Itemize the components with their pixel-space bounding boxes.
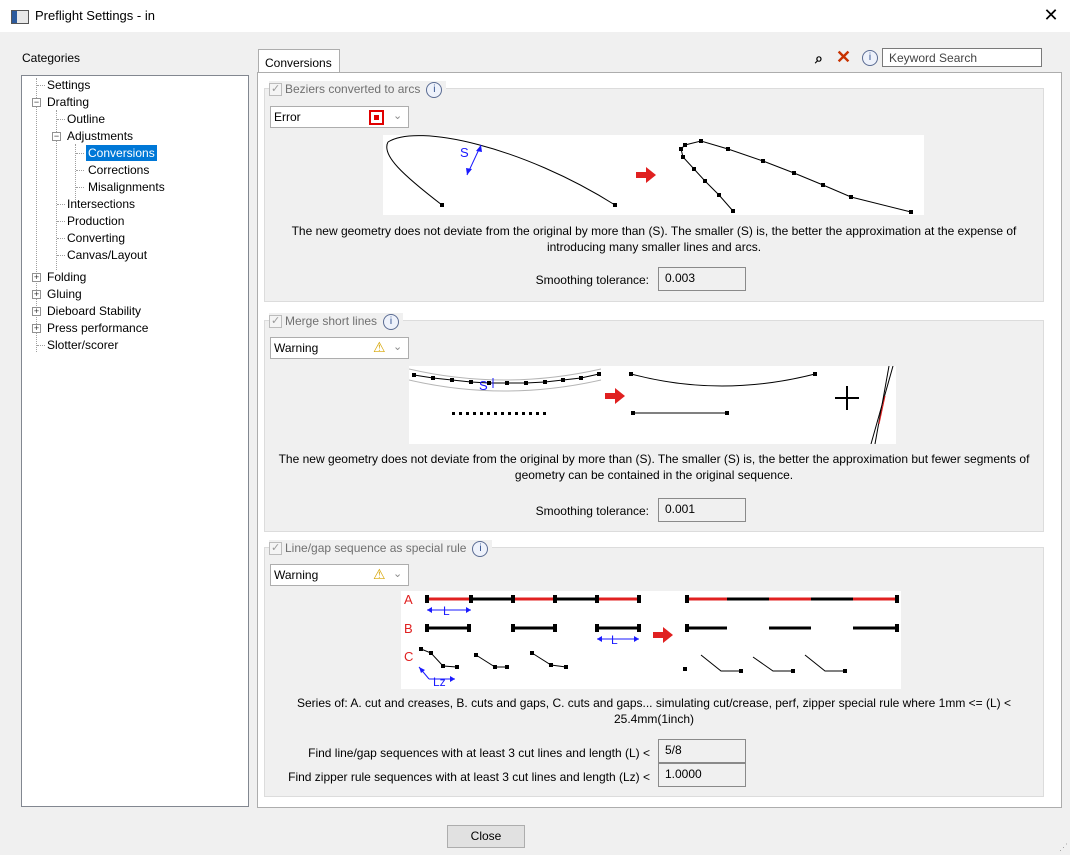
expand-icon[interactable]: + [32,273,41,282]
tree-connector [57,204,65,205]
beziers-severity-dropdown[interactable]: Error ⌄ [270,106,409,128]
tree-item-production[interactable]: Production [67,213,124,229]
tree-connector [57,119,65,120]
expand-icon[interactable]: + [32,324,41,333]
tab-label: Conversions [265,56,332,70]
tree-item-slotter-scorer[interactable]: Slotter/scorer [47,337,118,353]
chevron-down-icon: ⌄ [393,568,403,580]
tree-item-corrections[interactable]: Corrections [88,162,149,178]
line-gap-severity-dropdown[interactable]: Warning ⚠ ⌄ [270,564,409,586]
line-gap-length-label: Find line/gap sequences with at least 3 … [308,746,650,760]
expand-icon[interactable]: + [32,290,41,299]
smoothing-tolerance-label: Smoothing tolerance: [535,504,649,518]
tree-item-canvas-layout[interactable]: Canvas/Layout [67,247,147,263]
tab-conversions[interactable]: Conversions [258,49,340,74]
tree-connector [76,187,84,188]
smoothing-tolerance-label: Smoothing tolerance: [535,273,649,287]
chevron-down-icon: ⌄ [393,341,403,353]
categories-label: Categories [22,51,81,65]
lz-label: Lz [433,675,446,689]
label-c: C [404,649,413,664]
collapse-icon[interactable]: − [32,98,41,107]
tree-item-intersections[interactable]: Intersections [67,196,135,212]
beziers-title: Beziers converted to arcs [285,82,421,96]
line-gap-title: Line/gap sequence as special rule [285,541,467,555]
warning-icon: ⚠ [373,566,386,582]
beziers-description: The new geometry does not deviate from t… [291,224,1017,254]
zipper-length-field[interactable]: 1.0000 [658,763,746,787]
tree-connector [57,255,65,256]
search-icon[interactable]: ⌕ [815,50,823,67]
tree-item-misalignments[interactable]: Misalignments [88,179,165,195]
line-gap-length-field[interactable]: 5/8 [658,739,746,763]
tree-item-press-performance[interactable]: Press performance [47,320,148,336]
merge-header: Merge short lines i [269,313,404,330]
line-gap-checkbox[interactable] [269,540,282,556]
severity-value: Warning [274,568,319,582]
merge-checkbox[interactable] [269,313,282,329]
resize-grip-icon[interactable]: ⋰ [1059,842,1068,853]
close-window-icon[interactable]: ✕ [1040,4,1062,26]
window-title: Preflight Settings - in [35,8,155,23]
tree-connector [37,345,45,346]
chevron-down-icon: ⌄ [393,110,403,122]
smoothing-tolerance-field[interactable]: 0.003 [658,267,746,291]
close-button[interactable]: Close [447,825,525,848]
tree-connector [57,238,65,239]
warning-icon: ⚠ [373,339,386,355]
beziers-section: Beziers converted to arcs i Error ⌄ S The… [264,81,1044,302]
severity-value: Error [274,110,301,124]
error-icon [369,110,384,125]
tree-item-folding[interactable]: Folding [47,269,86,285]
line-gap-header: Line/gap sequence as special rule i [269,540,493,557]
merge-title: Merge short lines [285,314,378,328]
tree-item-dieboard-stability[interactable]: Dieboard Stability [47,303,141,319]
l-label: L [611,633,618,647]
s-label: S [479,378,488,393]
info-icon[interactable]: i [862,50,878,66]
tree-connector [76,153,84,154]
merge-severity-dropdown[interactable]: Warning ⚠ ⌄ [270,337,409,359]
collapse-icon[interactable]: − [52,132,61,141]
line-gap-description: Series of: A. cut and creases, B. cuts a… [296,696,1012,726]
label-a: A [404,592,413,607]
tree-item-drafting[interactable]: Drafting [47,94,89,110]
tree-connector [57,221,65,222]
tree-item-settings[interactable]: Settings [47,77,90,93]
expand-icon[interactable]: + [32,307,41,316]
keyword-search-input[interactable] [882,48,1042,67]
info-icon[interactable]: i [383,313,400,330]
beziers-header: Beziers converted to arcs i [269,81,447,98]
tree-item-adjustments[interactable]: Adjustments [67,128,133,144]
merge-description: The new geometry does not deviate from t… [278,452,1030,482]
tree-connector [37,85,45,86]
categories-tree[interactable]: Settings − Drafting Outline − Adjustment… [21,75,249,807]
preflight-settings-window: Preflight Settings - in ✕ Categories Set… [0,0,1070,855]
merge-short-lines-section: Merge short lines i Warning ⚠ ⌄ S [264,313,1044,532]
tree-item-conversions[interactable]: Conversions [86,145,157,161]
line-gap-section: Line/gap sequence as special rule i Warni… [264,540,1044,797]
tree-connector [76,170,84,171]
beziers-illustration: S [383,135,924,215]
line-gap-illustration: A B C L L Lz [401,591,901,689]
title-bar: Preflight Settings - in ✕ [0,0,1070,32]
label-b: B [404,621,413,636]
merge-illustration: S [409,366,896,444]
app-icon [11,10,29,24]
l-label: L [443,604,450,618]
smoothing-tolerance-field[interactable]: 0.001 [658,498,746,522]
zipper-length-label: Find zipper rule sequences with at least… [288,770,650,784]
s-label: S [460,145,469,160]
severity-value: Warning [274,341,319,355]
tree-item-gluing[interactable]: Gluing [47,286,82,302]
tree-item-outline[interactable]: Outline [67,111,105,127]
beziers-checkbox[interactable] [269,81,282,97]
clear-icon[interactable]: ✕ [836,47,851,68]
tree-item-converting[interactable]: Converting [67,230,125,246]
info-icon[interactable]: i [472,540,489,557]
info-icon[interactable]: i [426,81,443,98]
